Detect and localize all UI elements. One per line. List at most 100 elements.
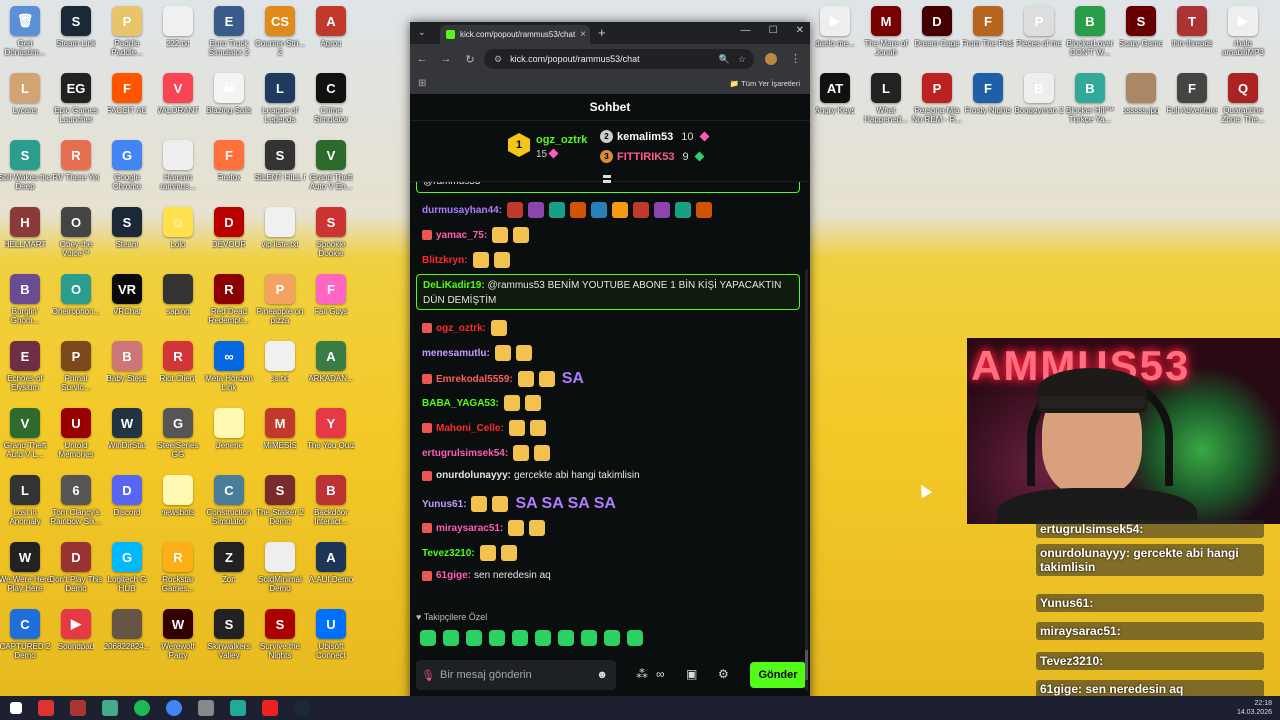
chrome-icon[interactable] — [166, 700, 182, 716]
desktop-icon[interactable]: S Scary Game — [1114, 6, 1168, 48]
chat-emote[interactable] — [491, 320, 507, 336]
desktop-icon[interactable]: ∞ Meta Horizon Link — [202, 341, 256, 392]
desktop-icon[interactable]: G Logitech G HUB — [100, 542, 154, 593]
chat-username[interactable]: onurdolunayyy: — [436, 470, 511, 481]
zoom-icon[interactable]: 🔍 — [719, 54, 730, 65]
chat-emote[interactable] — [471, 496, 488, 512]
chat-username[interactable]: Blitzkryn: — [422, 255, 468, 266]
quick-emote[interactable] — [466, 630, 482, 646]
chat-emote[interactable] — [493, 252, 510, 268]
quick-emote[interactable] — [489, 630, 505, 646]
taskbar-app-5-icon[interactable] — [230, 700, 246, 716]
desktop-icon[interactable]: F Full Adventure — [1165, 73, 1219, 115]
desktop-icon[interactable]: S Survive the Nights — [253, 609, 307, 660]
desktop-icon[interactable]: V Grand Theft Auto V L... — [0, 408, 52, 459]
chat-emote[interactable] — [524, 395, 541, 411]
system-tray-clock[interactable]: 22:18 14.03.2026 — [1237, 699, 1272, 717]
send-button[interactable]: Gönder — [750, 662, 806, 688]
desktop-icon[interactable]: ssssss.jpg — [1114, 73, 1168, 115]
desktop-icon[interactable]: R Riot Client — [151, 341, 205, 383]
desktop-icon[interactable]: A Agrou — [304, 6, 358, 48]
chat-username[interactable]: ogz_oztrk: — [436, 323, 486, 334]
desktop-icon[interactable]: W WinDirStat — [100, 408, 154, 450]
desktop-icon[interactable]: ☠ Blazing Sails — [202, 73, 256, 115]
desktop-icon[interactable]: D Don't Play This Demo — [49, 542, 103, 593]
taskbar-app-4-icon[interactable] — [198, 700, 214, 716]
forward-icon[interactable]: → — [434, 53, 458, 65]
desktop-icon[interactable]: F Firefox — [202, 140, 256, 182]
apps-grid-icon[interactable]: ⊞ — [418, 78, 426, 89]
youtube-icon[interactable] — [262, 700, 278, 716]
desktop-icon[interactable]: L Lost in Anomaly — [0, 475, 52, 526]
microphone-icon[interactable]: 🎙 — [416, 669, 440, 682]
chat-emote[interactable] — [513, 445, 530, 461]
desktop-icon[interactable]: A A.AUI Demo — [304, 542, 358, 584]
site-info-icon[interactable]: ⚙ — [494, 54, 502, 65]
desktop-icon[interactable]: C CAPTURED 2 Demo — [0, 609, 52, 660]
chat-emote[interactable] — [508, 520, 525, 536]
desktop-icon[interactable]: AT Angry Keys — [808, 73, 862, 115]
desktop-icon[interactable]: R Rockstar Games... — [151, 542, 205, 593]
desktop-icon[interactable]: U Ubisoft Connect — [304, 609, 358, 660]
quick-emote[interactable] — [443, 630, 459, 646]
desktop-icon[interactable]: 222.txt — [151, 6, 205, 48]
chat-emote[interactable] — [633, 202, 650, 218]
taskbar-app-2-icon[interactable] — [70, 700, 86, 716]
url-field[interactable]: ⚙ kick.com/popout/rammus53/chat 🔍 ☆ — [484, 49, 754, 69]
desktop-icon[interactable]: P Primal Survio... — [49, 341, 103, 392]
desktop-icon[interactable]: B Baby Steps — [100, 341, 154, 383]
close-tab-icon[interactable]: × — [576, 29, 590, 40]
chat-emote[interactable] — [570, 202, 587, 218]
desktop-icon[interactable]: W We Were Here Play Here — [0, 542, 52, 593]
chat-username[interactable]: Emrekodal5559: — [436, 374, 513, 385]
desktop-icon[interactable]: S Steam — [100, 207, 154, 249]
chat-emote[interactable] — [538, 371, 555, 387]
spotify-icon[interactable] — [134, 700, 150, 716]
desktop-icon[interactable]: E Echoes of Elysium — [0, 341, 52, 392]
desktop-icon[interactable]: W Werewolf Party — [151, 609, 205, 660]
desktop-icon[interactable]: vip liste.txt — [253, 207, 307, 249]
desktop-icon[interactable]: 206822824... — [100, 609, 154, 651]
chat-emote[interactable] — [472, 252, 489, 268]
chat-username[interactable]: Mahoni_Celle: — [436, 423, 504, 434]
chat-emote[interactable] — [529, 420, 546, 436]
minimize-button[interactable]: — — [741, 25, 751, 36]
start-icon[interactable] — [10, 702, 22, 714]
desktop-icon[interactable]: V Grand Theft Auto V En... — [304, 140, 358, 191]
tab-search-icon[interactable]: ⌄ — [418, 27, 426, 38]
leader-second[interactable]: 2 kemalim53 10 — [600, 130, 709, 143]
settings-gear-icon[interactable]: ⚙ — [718, 667, 729, 681]
desktop-icon[interactable]: A ARKADAN... — [304, 341, 358, 383]
desktop-icon[interactable]: 🗑 Geri Dönüşüm... — [0, 6, 52, 57]
desktop-icon[interactable]: B Blocker Hill™ Türkçe Ya... — [1063, 73, 1117, 124]
taskbar-app-3-icon[interactable] — [102, 700, 118, 716]
desktop-icon[interactable]: P Pieces of me — [1012, 6, 1066, 48]
chat-emote[interactable] — [591, 202, 608, 218]
desktop-icon[interactable]: L Lycans — [0, 73, 52, 115]
profile-avatar[interactable] — [765, 53, 777, 65]
chat-username[interactable]: 61gige: — [436, 570, 471, 581]
desktop-icon[interactable]: S The Stalker 2 Demo — [253, 475, 307, 526]
chat-emote[interactable] — [492, 227, 509, 243]
desktop-icon[interactable]: P Paddle Paddle... — [100, 6, 154, 57]
all-bookmarks-link[interactable]: 📁 Tüm Yer İşaretleri — [730, 79, 800, 88]
desktop-icon[interactable]: SoldMinimal Demo — [253, 542, 307, 593]
desktop-icon[interactable]: V VALORANT — [151, 73, 205, 115]
desktop-icon[interactable]: U Untold Memories — [49, 408, 103, 459]
chat-emote[interactable] — [503, 395, 520, 411]
desktop-icon[interactable]: ss.txt — [253, 341, 307, 383]
desktop-icon[interactable]: B Backdoor Interact... — [304, 475, 358, 526]
chat-emote[interactable] — [515, 345, 532, 361]
desktop-icon[interactable]: ▶ daelo me... — [808, 6, 862, 48]
desktop-icon[interactable]: B Boogeyman 2 — [1012, 73, 1066, 115]
desktop-icon[interactable]: EG Epic Games Launcher — [49, 73, 103, 124]
desktop-icon[interactable]: C Crime Simulator — [304, 73, 358, 124]
desktop-icon[interactable]: H HELLMART — [0, 207, 52, 249]
desktop-icon[interactable]: F Fall Guys — [304, 274, 358, 316]
reload-icon[interactable]: ↻ — [458, 53, 482, 66]
desktop-icon[interactable]: Q Quarantine Zone: The... — [1216, 73, 1270, 124]
highlight-user[interactable]: DeLiKadir19: — [423, 280, 485, 291]
desktop-icon[interactable]: D Discord — [100, 475, 154, 517]
chat-emote[interactable] — [696, 202, 713, 218]
desktop-icon[interactable]: S Steam Link — [49, 6, 103, 48]
